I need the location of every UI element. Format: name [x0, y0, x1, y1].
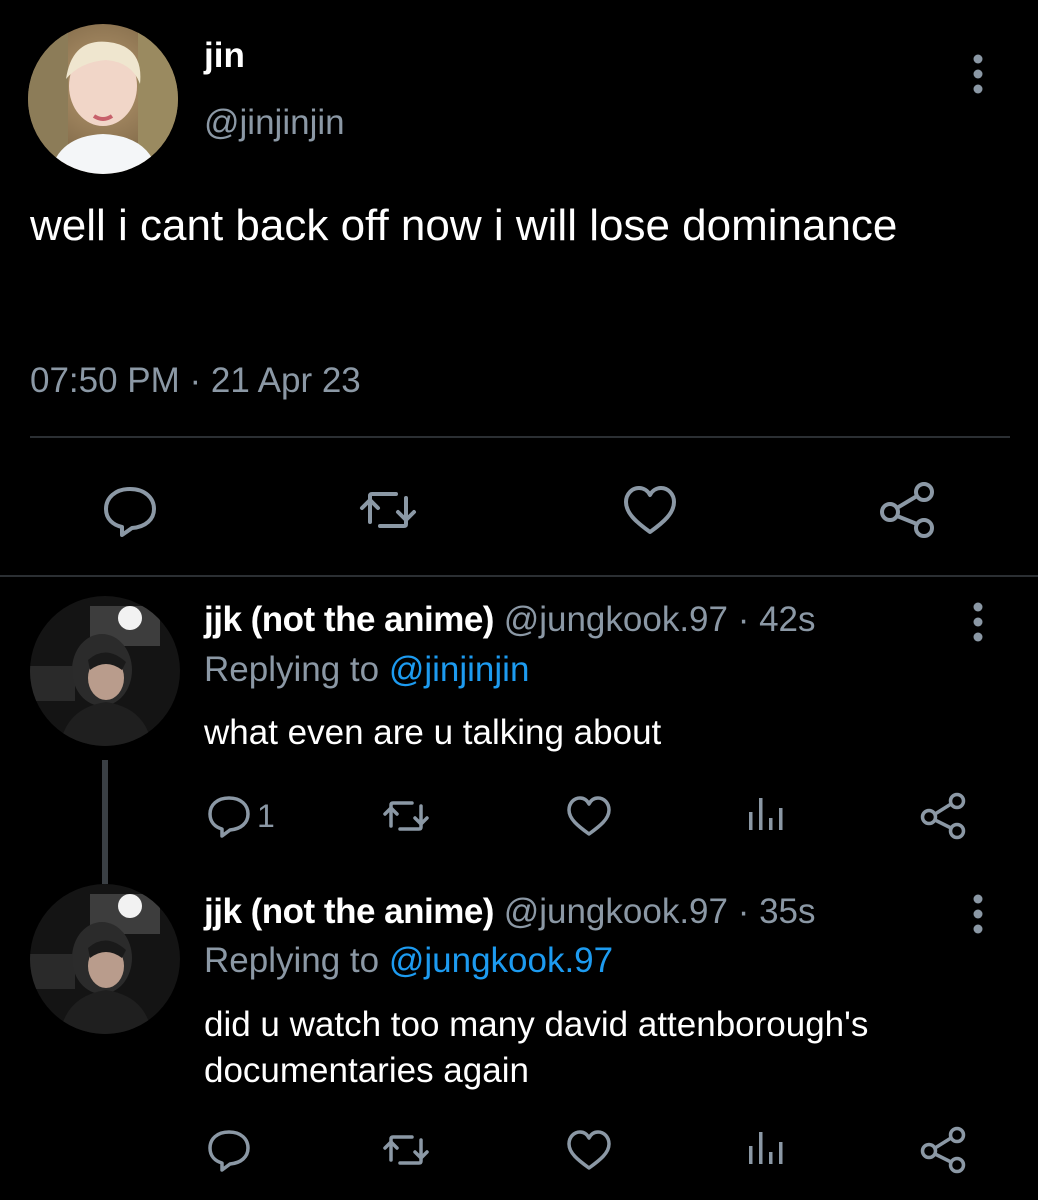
- divider: [30, 436, 1010, 438]
- tweet-text: well i cant back off now i will lose dom…: [30, 201, 898, 250]
- tweet-timestamp[interactable]: 07:50 PM · 21 Apr 23: [30, 358, 361, 404]
- reply-icon[interactable]: [98, 478, 162, 542]
- replying-to: Replying to @jinjinjin: [204, 648, 529, 692]
- author-handle[interactable]: @jinjinjin: [204, 103, 345, 143]
- avatar[interactable]: [30, 884, 180, 1034]
- retweet-icon[interactable]: [380, 1124, 432, 1176]
- avatar[interactable]: [30, 596, 180, 746]
- divider: [0, 575, 1038, 577]
- reply-header: jjk (not the anime) @jungkook.97 · 35s: [204, 890, 816, 934]
- share-icon[interactable]: [876, 478, 940, 542]
- like-icon[interactable]: [618, 478, 682, 542]
- more-options-icon[interactable]: [958, 52, 998, 96]
- replying-prefix: Replying to: [204, 650, 389, 689]
- reply-count: 1: [257, 798, 275, 834]
- reply-text: what even are u talking about: [204, 713, 662, 752]
- author-name[interactable]: jjk (not the anime): [204, 892, 494, 931]
- like-icon[interactable]: [563, 1124, 615, 1176]
- mention-link[interactable]: @jungkook.97: [389, 941, 613, 980]
- avatar[interactable]: [28, 24, 178, 174]
- more-options-icon[interactable]: [958, 892, 998, 936]
- reply-header: jjk (not the anime) @jungkook.97 · 42s: [204, 598, 816, 642]
- share-icon[interactable]: [918, 790, 970, 842]
- reply-icon[interactable]: [203, 1124, 255, 1176]
- mention-link[interactable]: @jinjinjin: [389, 650, 530, 689]
- more-options-icon[interactable]: [958, 600, 998, 644]
- author-handle-time[interactable]: @jungkook.97 · 42s: [494, 600, 816, 639]
- tweet-thread-screen: jin @jinjinjin well i cant back off now …: [0, 0, 1038, 1200]
- retweet-icon[interactable]: [380, 790, 432, 842]
- analytics-icon[interactable]: [740, 1124, 792, 1176]
- author-handle-time[interactable]: @jungkook.97 · 35s: [494, 892, 816, 931]
- analytics-icon[interactable]: [740, 790, 792, 842]
- author-name[interactable]: jin: [204, 36, 245, 76]
- thread-line: [102, 760, 108, 884]
- like-icon[interactable]: [563, 790, 615, 842]
- retweet-icon[interactable]: [356, 478, 420, 542]
- replying-prefix: Replying to: [204, 941, 389, 980]
- reply-icon[interactable]: [203, 790, 255, 842]
- reply-text: did u watch too many david attenborough'…: [204, 1005, 869, 1090]
- author-name[interactable]: jjk (not the anime): [204, 600, 494, 639]
- replying-to: Replying to @jungkook.97: [204, 939, 613, 983]
- share-icon[interactable]: [918, 1124, 970, 1176]
